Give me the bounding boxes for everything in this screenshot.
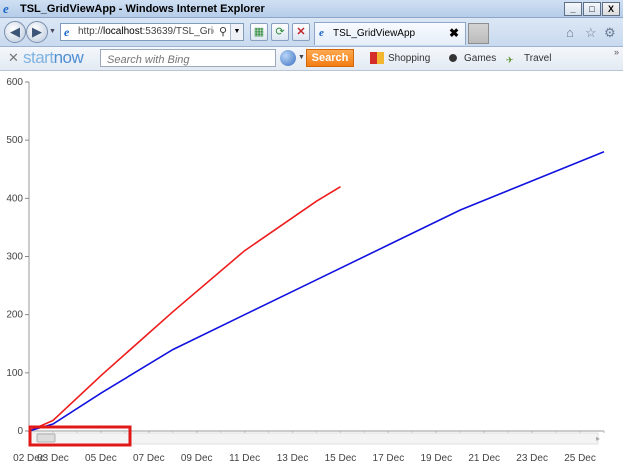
x-tick-label: 13 Dec: [277, 453, 309, 464]
x-tick-label: 07 Dec: [133, 453, 165, 464]
x-tick-label: 11 Dec: [229, 453, 260, 464]
maximize-button[interactable]: □: [583, 2, 601, 16]
compatibility-view-button[interactable]: ▦: [250, 23, 268, 41]
globe-icon[interactable]: [280, 50, 296, 66]
line-chart: 0 100 200 300 400 500 600 02 Dec 03 Dec 05 Dec 07 …: [0, 71, 623, 468]
y-tick-label: 300: [6, 252, 23, 263]
tab-ie-icon: e: [319, 27, 324, 39]
series-line-1: [28, 186, 341, 432]
history-dropdown-icon[interactable]: ▼: [49, 28, 56, 35]
tab-label: TSL_GridViewApp: [333, 28, 416, 39]
y-tick-label: 400: [6, 193, 23, 204]
x-tick-label: 15 Dec: [325, 453, 357, 464]
address-dropdown-icon[interactable]: ▼: [230, 24, 243, 40]
navigation-bar: ◀ ▶ ▼ e http://localhost:53639/TSL_GridV…: [0, 18, 623, 47]
x-tick-label: 23 Dec: [516, 453, 548, 464]
title-bar: e TSL_GridViewApp - Windows Internet Exp…: [0, 0, 623, 18]
compatibility-icon: ▦: [253, 26, 265, 38]
games-link[interactable]: Games: [444, 50, 496, 67]
gear-icon[interactable]: ⚙: [604, 25, 616, 41]
refresh-button[interactable]: ⟳: [271, 23, 289, 41]
series-line-2: [28, 151, 605, 432]
window-controls: _ □ X: [564, 2, 620, 16]
address-bar[interactable]: e http://localhost:53639/TSL_GridView ⚲ …: [60, 23, 244, 41]
globe-dropdown-icon[interactable]: ▼: [298, 54, 305, 61]
home-icon[interactable]: ⌂: [566, 25, 574, 40]
address-text[interactable]: http://localhost:53639/TSL_GridView: [78, 26, 214, 38]
y-tick-label: 600: [6, 77, 23, 88]
address-search-icon[interactable]: ⚲: [219, 25, 227, 38]
toolbar-more-icon[interactable]: »: [614, 47, 619, 57]
y-tick-label: 200: [6, 310, 23, 321]
back-button[interactable]: ◀: [4, 21, 26, 43]
forward-arrow-icon: ▶: [32, 24, 42, 39]
x-tick-label: 25 Dec: [564, 453, 596, 464]
travel-link[interactable]: ✈ Travel: [504, 50, 551, 67]
forward-button[interactable]: ▶: [26, 21, 48, 43]
games-icon: [446, 52, 460, 64]
refresh-icon: ⟳: [275, 26, 285, 38]
chart-scrollbar-track: [28, 432, 599, 445]
stop-icon: ✕: [296, 26, 306, 38]
x-tick-label: 21 Dec: [468, 453, 500, 464]
chart-scrollbar-thumb: [36, 433, 56, 443]
x-tick-label: 19 Dec: [420, 453, 452, 464]
browser-tab[interactable]: e TSL_GridViewApp ✖: [314, 22, 466, 45]
toolbar-close-icon[interactable]: ✕: [8, 50, 19, 66]
chart-scroll-right-icon: ▸: [596, 434, 600, 443]
window-title: TSL_GridViewApp - Windows Internet Explo…: [20, 3, 265, 15]
travel-icon: ✈: [506, 55, 514, 65]
y-tick-label: 100: [6, 368, 23, 379]
stop-button[interactable]: ✕: [292, 23, 310, 41]
close-button[interactable]: X: [602, 2, 620, 16]
search-button[interactable]: Search: [306, 49, 354, 67]
x-tick-label: 09 Dec: [181, 453, 213, 464]
startnow-logo: startnow: [23, 48, 84, 67]
shopping-icon: [370, 52, 384, 64]
ie-logo-icon: e: [3, 1, 9, 16]
page-ie-icon: e: [64, 25, 70, 39]
favorites-star-icon[interactable]: ☆: [585, 25, 597, 41]
startnow-toolbar: ✕ startnow ▼ Search Shopping Games ✈Trav…: [0, 47, 623, 71]
bing-search-input[interactable]: [101, 52, 275, 68]
tab-close-icon[interactable]: ✖: [449, 26, 459, 40]
x-tick-label: 17 Dec: [373, 453, 405, 464]
bing-search-box[interactable]: [100, 49, 276, 68]
new-tab-button[interactable]: [468, 23, 489, 44]
y-tick-label: 0: [17, 426, 23, 437]
chart-canvas: 010020030040050060002 Dec03 Dec 05 Dec 07 …: [6, 77, 605, 464]
shopping-link[interactable]: Shopping: [368, 50, 430, 67]
minimize-button[interactable]: _: [564, 2, 582, 16]
y-tick-label: 500: [6, 135, 23, 146]
back-arrow-icon: ◀: [10, 24, 20, 39]
x-tick-label: 05 Dec: [85, 453, 117, 464]
x-tick-label: 03 Dec: [37, 453, 69, 464]
